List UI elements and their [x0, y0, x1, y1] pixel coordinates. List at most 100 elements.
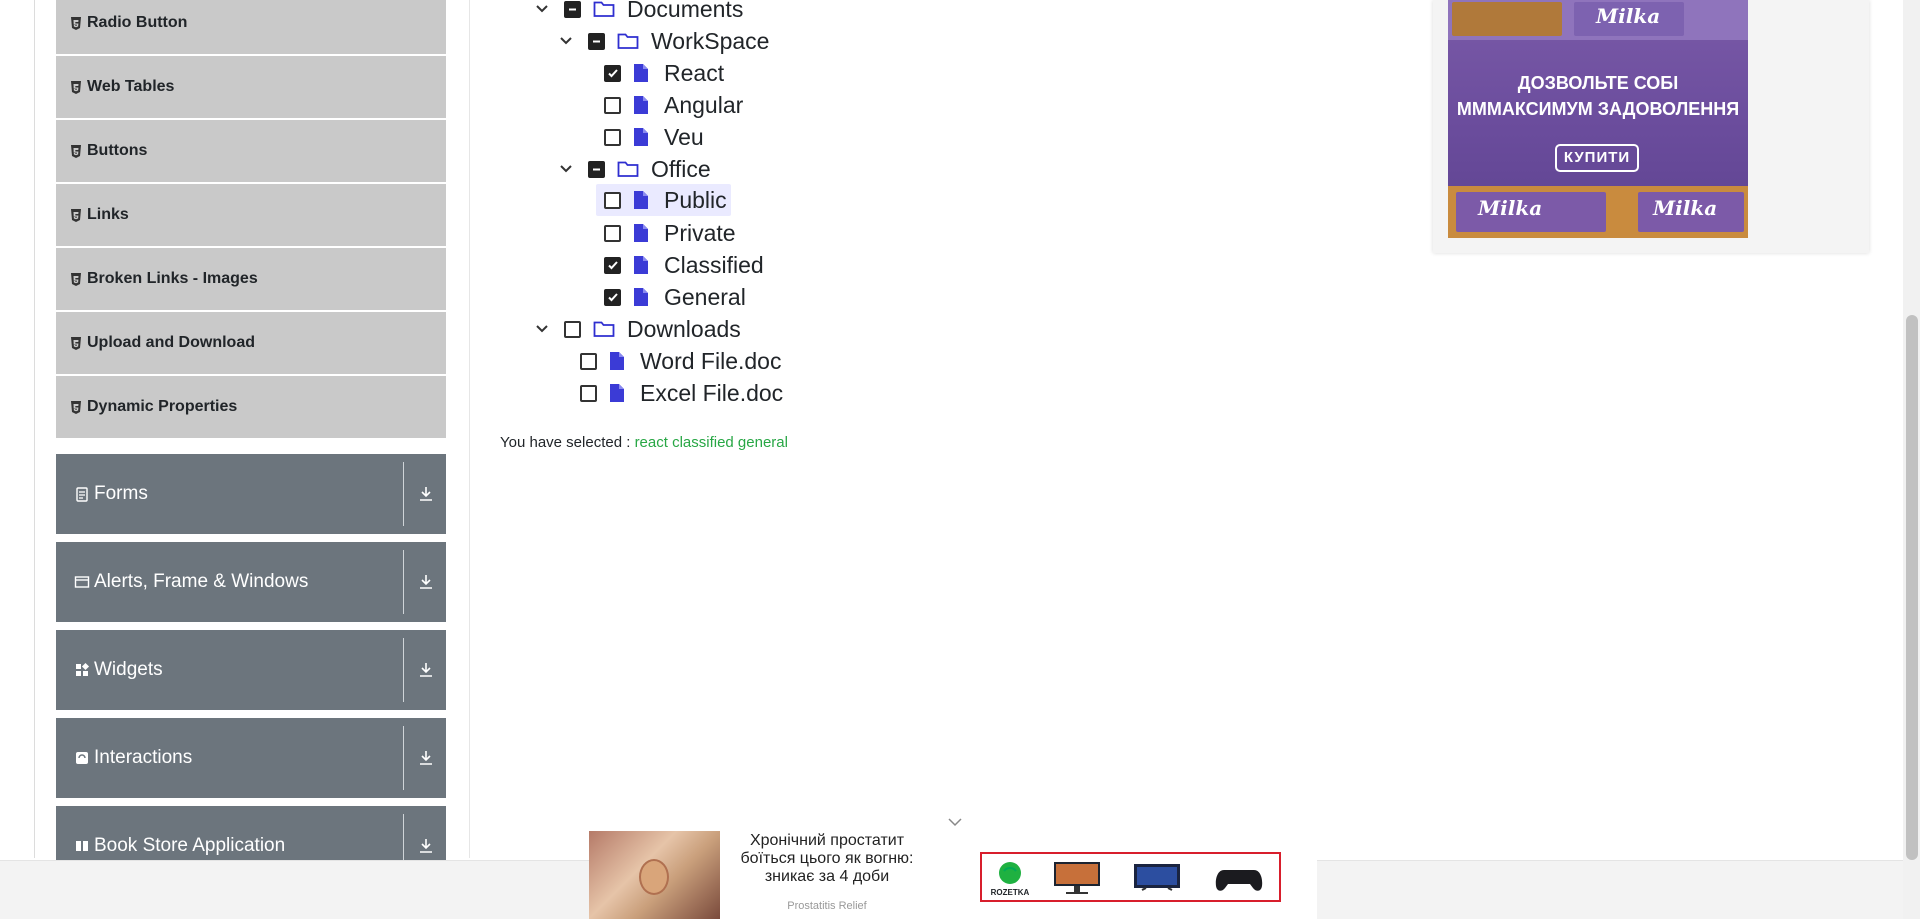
tree-node-label[interactable]: Word File.doc: [640, 348, 781, 375]
tree-node-private: Private: [604, 218, 736, 248]
sidebar-item-web-tables[interactable]: Web Tables: [56, 56, 446, 118]
tree-node-label[interactable]: Public: [664, 187, 727, 214]
file-icon: [609, 383, 625, 403]
result-values: react classified general: [634, 434, 788, 451]
sidebar-item-broken-links[interactable]: Broken Links - Images: [56, 248, 446, 310]
checkbox-half-checked[interactable]: [564, 0, 581, 18]
checkbox-checked[interactable]: [604, 288, 621, 306]
bottom-ad-text[interactable]: Хронічний простатит боїться цього як вог…: [727, 832, 927, 886]
tree-node-label[interactable]: React: [664, 60, 724, 87]
tv-product-image[interactable]: [1132, 860, 1182, 896]
checkbox-unchecked[interactable]: [604, 96, 621, 114]
page: Radio Button Web Tables Buttons Links Br…: [0, 0, 1920, 919]
folder-icon: [617, 32, 639, 50]
tree-node-label[interactable]: Angular: [664, 92, 743, 119]
checkbox-unchecked[interactable]: [604, 128, 621, 146]
ad-brand-logo: Milka: [1596, 4, 1661, 28]
checkbox-checked[interactable]: [604, 256, 621, 274]
chevron-down-icon[interactable]: [532, 319, 552, 339]
tree-node-label[interactable]: Documents: [627, 0, 743, 23]
checkbox-unchecked[interactable]: [604, 191, 621, 209]
folder-icon: [593, 0, 615, 18]
tree-node-label[interactable]: Office: [651, 156, 711, 183]
sidebar-item-links[interactable]: Links: [56, 184, 446, 246]
sidebar-item-label: Broken Links - Images: [87, 270, 258, 287]
ad-brand-logo: Milka: [1478, 196, 1543, 220]
chevron-down-icon[interactable]: [532, 0, 552, 19]
ad-buy-button[interactable]: КУПИТИ: [1555, 144, 1639, 172]
checkbox-unchecked[interactable]: [580, 352, 597, 370]
tree-node-workspace: WorkSpace: [556, 26, 769, 56]
group-separator: [403, 726, 404, 790]
gamepad-product-image[interactable]: [1214, 860, 1264, 896]
sidebar-group-interactions[interactable]: Interactions: [56, 718, 446, 798]
selection-result: You have selected : react classified gen…: [500, 434, 788, 451]
sidebar-item-label: Buttons: [87, 142, 148, 159]
side-ad[interactable]: Milka ДОЗВОЛЬТЕ СОБІ МММАКСИМУМ ЗАДОВОЛЕ…: [1433, 0, 1869, 253]
scrollbar[interactable]: [1903, 0, 1920, 919]
ad-brand-logo: Milka: [1653, 196, 1718, 220]
result-prefix: You have selected :: [500, 434, 631, 451]
file-icon: [633, 127, 649, 147]
sidebar-group-alerts[interactable]: Alerts, Frame & Windows: [56, 542, 446, 622]
download-arrow-icon[interactable]: [416, 660, 436, 680]
bottom-ad[interactable]: Хронічний простатит боїться цього як вог…: [589, 830, 1317, 919]
tree-node-label[interactable]: Classified: [664, 252, 764, 279]
checkbox-unchecked[interactable]: [564, 320, 581, 338]
sidebar-group-label: Alerts, Frame & Windows: [94, 571, 309, 592]
chevron-down-icon[interactable]: [945, 812, 965, 832]
tree-node-label[interactable]: Veu: [664, 124, 704, 151]
product-carousel[interactable]: ROZETKA: [980, 852, 1281, 902]
sidebar-group-forms[interactable]: Forms: [56, 454, 446, 534]
tree-node-word-file: Word File.doc: [580, 346, 781, 376]
tree-node-angular: Angular: [604, 90, 743, 120]
tree-node-label[interactable]: Private: [664, 220, 736, 247]
sidebar-item-dynamic-properties[interactable]: Dynamic Properties: [56, 376, 446, 438]
chevron-down-icon[interactable]: [556, 31, 576, 51]
html5-icon: [71, 272, 81, 286]
tree-node-public: Public: [596, 184, 731, 216]
sidebar-item-radio-button[interactable]: Radio Button: [56, 0, 446, 54]
download-arrow-icon[interactable]: [416, 836, 436, 856]
tree-node-label[interactable]: Downloads: [627, 316, 741, 343]
tree-node-office: Office: [556, 154, 711, 184]
sidebar-item-label: Dynamic Properties: [87, 398, 238, 415]
tree-node-general: General: [604, 282, 746, 312]
ad-photo: [589, 831, 720, 919]
sidebar-item-upload-download[interactable]: Upload and Download: [56, 312, 446, 374]
download-arrow-icon[interactable]: [416, 484, 436, 504]
sidebar-item-buttons[interactable]: Buttons: [56, 120, 446, 182]
group-separator: [403, 638, 404, 702]
scrollbar-thumb[interactable]: [1906, 315, 1918, 860]
sidebar-item-label: Radio Button: [87, 14, 188, 31]
group-separator: [403, 550, 404, 614]
download-arrow-icon[interactable]: [416, 572, 436, 592]
checkbox-checked[interactable]: [604, 64, 621, 82]
tree-node-label[interactable]: WorkSpace: [651, 28, 769, 55]
sidebar-group-label: Widgets: [94, 659, 163, 680]
sidebar-group-label: Forms: [94, 483, 148, 504]
checkbox-unchecked[interactable]: [604, 224, 621, 242]
checkbox-half-checked[interactable]: [588, 32, 605, 50]
checkbox-unchecked[interactable]: [580, 384, 597, 402]
sidebar-item-label: Upload and Download: [87, 334, 255, 351]
side-ad-banner[interactable]: Milka ДОЗВОЛЬТЕ СОБІ МММАКСИМУМ ЗАДОВОЛЕ…: [1448, 0, 1748, 238]
checkbox-half-checked[interactable]: [588, 160, 605, 178]
html5-icon: [71, 144, 81, 158]
html5-icon: [71, 400, 81, 414]
folder-icon: [617, 160, 639, 178]
tree-node-react: React: [604, 58, 724, 88]
ad-headline: ДОЗВОЛЬТЕ СОБІ МММАКСИМУМ ЗАДОВОЛЕННЯ: [1448, 70, 1748, 122]
tree-node-label[interactable]: Excel File.doc: [640, 380, 783, 407]
tree-node-label[interactable]: General: [664, 284, 746, 311]
left-sidebar: Radio Button Web Tables Buttons Links Br…: [56, 0, 446, 894]
sidebar-group-widgets[interactable]: Widgets: [56, 630, 446, 710]
download-arrow-icon[interactable]: [416, 748, 436, 768]
html5-icon: [71, 16, 81, 30]
sidebar-item-label: Links: [87, 206, 129, 223]
monitor-product-image[interactable]: [1052, 860, 1102, 896]
chevron-down-icon[interactable]: [556, 159, 576, 179]
ad-headline-line1: ДОЗВОЛЬТЕ СОБІ: [1517, 73, 1679, 93]
rozetka-logo: ROZETKA: [986, 860, 1034, 897]
html5-icon: [71, 80, 81, 94]
